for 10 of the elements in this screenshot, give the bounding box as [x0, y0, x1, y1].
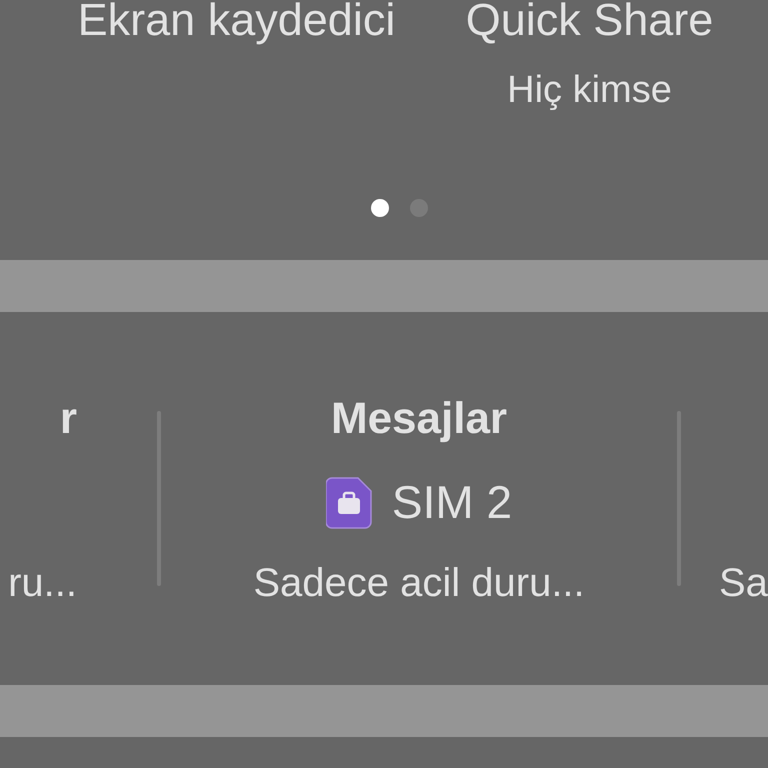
setting-title: Mesajlar [330, 392, 508, 444]
setting-title: r [60, 392, 77, 444]
tile-status: Hiç kimse [507, 68, 672, 113]
setting-value: Sadece acil duru... [253, 560, 585, 606]
tile-label[interactable]: Ekran kaydedici [78, 0, 396, 56]
sim-card-icon [326, 476, 372, 528]
setting-value: ru... [8, 560, 77, 606]
tile-label[interactable]: Quick Share [466, 0, 714, 56]
setting-value: Sa [719, 560, 768, 606]
sim-label: SIM 2 [392, 475, 512, 530]
